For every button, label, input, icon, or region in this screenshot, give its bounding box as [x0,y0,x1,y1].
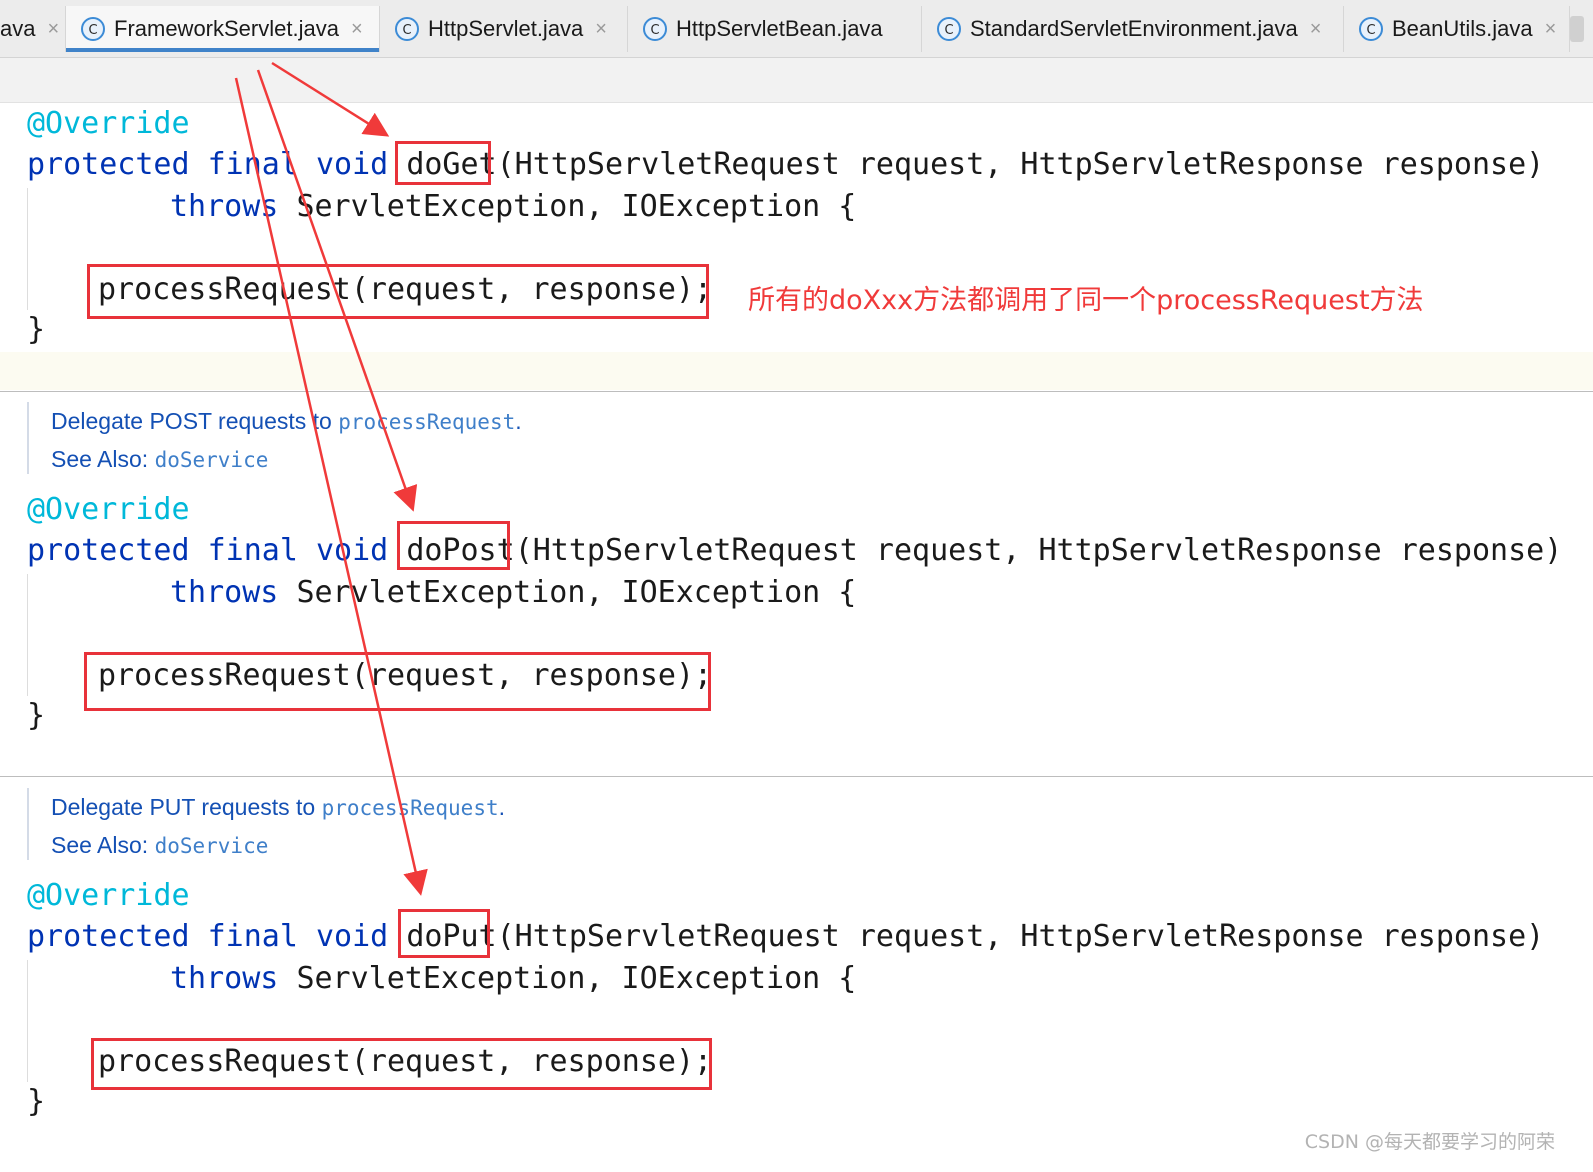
highlight-box-call-3 [91,1038,712,1090]
method-signature-doget: protected final void doGet(HttpServletRe… [27,147,1545,182]
see-also-link: doService [154,448,269,472]
class-icon: C [1359,17,1383,41]
see-also-link: doService [154,834,269,858]
indent-guide [27,574,28,696]
tab-frameworkservlet[interactable]: C FrameworkServlet.java × [66,6,380,52]
highlight-box-doget [395,141,491,185]
tab-label: HttpServlet.java [428,16,584,41]
highlight-box-call-2 [84,652,711,711]
indent-guide [27,960,28,1082]
close-icon[interactable]: × [1310,18,1322,41]
tab-partial[interactable]: ava × [0,6,66,52]
close-icon[interactable]: × [47,18,59,41]
javadoc-see-also: See Also: doService [51,446,269,472]
closing-brace: } [27,312,46,347]
class-icon-letter: C [1366,23,1375,38]
class-icon: C [81,17,105,41]
javadoc-summary: Delegate PUT requests to processRequest. [51,794,506,820]
annotation-override: @Override [27,106,190,141]
annotation-note: 所有的doXxx方法都调用了同一个processRequest方法 [748,285,1424,316]
class-icon: C [937,17,961,41]
class-icon: C [643,17,667,41]
closing-brace: } [27,1084,46,1119]
indent-guide [27,188,28,310]
javadoc-bar [27,402,29,474]
tab-beanutils[interactable]: C BeanUtils.java × [1344,6,1570,52]
tab-label: HttpServletBean.java [676,16,883,41]
tab-overflow[interactable] [1570,6,1593,52]
class-icon-letter: C [944,23,953,38]
tab-httpservlet[interactable]: C HttpServlet.java × [380,6,628,52]
annotation-override: @Override [27,878,190,913]
tab-overflow-icon [1570,16,1584,42]
close-icon[interactable]: × [595,18,607,41]
method-separator [0,776,1593,777]
editor-breadcrumb-bar [0,58,1593,103]
class-icon: C [395,17,419,41]
method-signature-doput: protected final void doPut(HttpServletRe… [27,919,1545,954]
method-signature-dopost: protected final void doPost(HttpServletR… [27,533,1563,568]
watermark: CSDN @每天都要学习的阿荣 [1304,1131,1555,1153]
tab-label: FrameworkServlet.java [114,16,339,41]
class-icon-letter: C [402,23,411,38]
tab-label: BeanUtils.java [1392,16,1533,41]
method-separator-band [0,352,1593,390]
close-icon[interactable]: × [1545,18,1557,41]
class-icon-letter: C [650,23,659,38]
throws-clause: throws ServletException, IOException { [170,575,857,610]
javadoc-bar [27,788,29,860]
closing-brace: } [27,698,46,733]
close-icon[interactable]: × [351,18,363,41]
editor-tab-bar: ava × C FrameworkServlet.java × C HttpSe… [0,0,1593,58]
javadoc-summary: Delegate POST requests to processRequest… [51,408,522,434]
highlight-box-call-1 [87,264,709,319]
tab-standardservletenvironment[interactable]: C StandardServletEnvironment.java × [922,6,1344,52]
highlight-box-dopost [397,521,510,570]
tab-label: StandardServletEnvironment.java [970,16,1298,41]
throws-clause: throws ServletException, IOException { [170,189,857,224]
method-separator [0,391,1593,392]
javadoc-see-also: See Also: doService [51,832,269,858]
class-icon-letter: C [88,23,97,38]
annotation-override: @Override [27,492,190,527]
tab-httpservletbean[interactable]: C HttpServletBean.java [628,6,922,52]
tab-label: ava [0,16,36,41]
throws-clause: throws ServletException, IOException { [170,961,857,996]
highlight-box-doput [398,909,490,958]
